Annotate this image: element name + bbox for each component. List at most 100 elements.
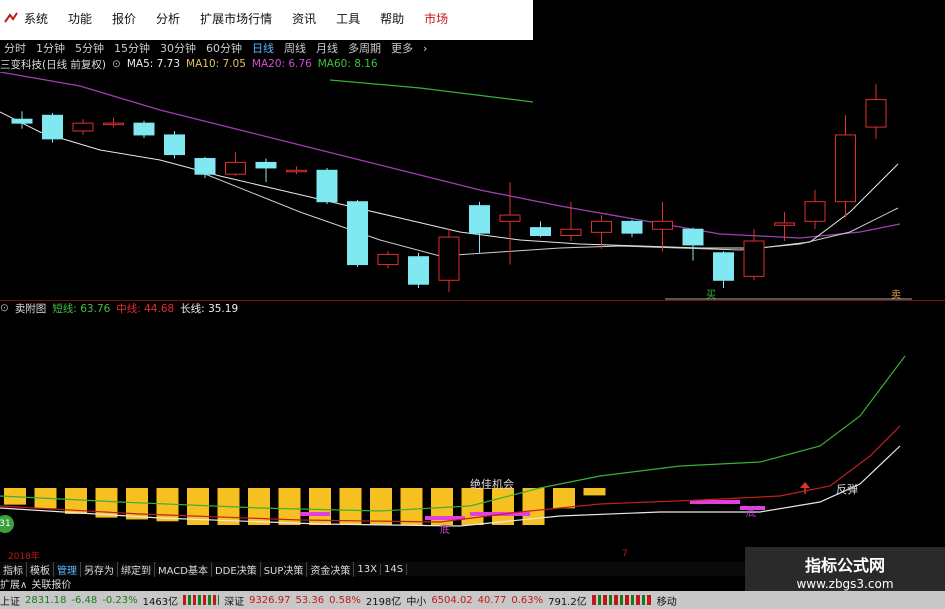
sz-change: 53.36	[295, 594, 325, 606]
sub-chart-info: ⊙ 卖附图 短线: 63.76 中线: 44.68 长线: 35.19	[0, 301, 244, 315]
period-5min[interactable]: 5分钟	[75, 40, 104, 56]
menu-extended-market[interactable]: 扩展市场行情	[200, 10, 272, 27]
tab-13x[interactable]: 13X	[354, 563, 381, 575]
sub-settings-icon[interactable]: ⊙	[0, 302, 9, 314]
indicator-bar	[370, 488, 392, 525]
year-label: 2018年	[8, 552, 40, 562]
menu-quote[interactable]: 报价	[112, 10, 136, 27]
tab-template[interactable]: 模板	[27, 561, 54, 577]
candle-body	[225, 161, 246, 175]
indicator-bar	[553, 488, 575, 509]
magenta-segment	[300, 512, 330, 516]
candle-body	[804, 201, 826, 222]
indicator-bar	[400, 488, 423, 525]
related-quote-button[interactable]: 关联报价	[31, 576, 71, 591]
indicator-bar	[95, 488, 118, 518]
sz-amount: 2198亿	[365, 596, 402, 608]
period-weekly[interactable]: 周线	[284, 40, 306, 56]
indicator-bar	[492, 488, 514, 525]
indicator-bar	[339, 488, 362, 525]
zx-mini-bars	[591, 595, 652, 605]
indicator-bar	[309, 488, 331, 525]
zx-label: 中小	[406, 596, 427, 608]
menu-news[interactable]: 资讯	[292, 10, 316, 27]
tab-macd[interactable]: MACD基本	[155, 561, 212, 577]
candlestick-chart[interactable]: 买卖	[0, 72, 945, 300]
zx-amount: 791.2亿	[548, 596, 587, 608]
indicator-tabs: 指标 模板 管理 另存为 绑定到 MACD基本 DDE决策 SUP决策 资金决策…	[0, 561, 745, 577]
sell-signal-label: 卖	[891, 289, 901, 300]
candle-body	[194, 158, 216, 175]
tab-save-as[interactable]: 另存为	[81, 561, 118, 577]
period-1min[interactable]: 1分钟	[36, 40, 65, 56]
tab-indicator[interactable]: 指标	[0, 561, 27, 577]
menu-market[interactable]: 市场	[424, 10, 448, 27]
expand-button[interactable]: 扩展∧	[0, 576, 27, 591]
chevron-right-icon[interactable]: ›	[423, 42, 427, 55]
menu-analysis[interactable]: 分析	[156, 10, 180, 27]
settings-icon[interactable]: ⊙	[112, 58, 121, 70]
sub-chart-title: 卖附图	[14, 302, 47, 315]
period-60min[interactable]: 60分钟	[206, 40, 242, 56]
period-30min[interactable]: 30分钟	[160, 40, 196, 56]
period-multi[interactable]: 多周期	[348, 40, 381, 56]
candle-body	[835, 134, 856, 203]
menu-help[interactable]: 帮助	[380, 10, 404, 27]
candle-body	[133, 122, 155, 136]
tab-dde[interactable]: DDE决策	[212, 561, 261, 577]
candle-body	[438, 236, 460, 281]
candle-body	[560, 228, 582, 236]
watermark-title: 指标公式网	[804, 556, 885, 575]
candle-body	[865, 99, 887, 128]
sz-percent: 0.58%	[329, 594, 361, 606]
indicator-chart[interactable]: 绝佳机会 反弹底底	[0, 316, 945, 548]
ma60-line	[329, 79, 534, 103]
ma-long-line	[0, 72, 901, 239]
candle-body	[347, 201, 368, 266]
sh-change: -6.48	[71, 594, 98, 606]
candle-body	[255, 161, 277, 169]
candle-body	[743, 240, 765, 277]
bottom-label-1: 底	[440, 523, 450, 536]
tab-fund[interactable]: 资金决策	[307, 561, 355, 577]
period-monthly[interactable]: 月线	[316, 40, 338, 56]
zx-change: 40.77	[477, 594, 507, 606]
zx-percent: 0.63%	[511, 594, 544, 606]
menu-tools[interactable]: 工具	[336, 10, 360, 27]
index-status-bar: 上证 2831.18 -6.48 -0.23% 1463亿 深证 9326.97…	[0, 591, 945, 609]
sh-mini-bars	[183, 595, 220, 605]
tab-manage[interactable]: 管理	[54, 561, 81, 577]
period-daily[interactable]: 日线	[252, 40, 274, 56]
candle-body	[408, 256, 429, 285]
menu-function[interactable]: 功能	[68, 10, 92, 27]
period-15min[interactable]: 15分钟	[114, 40, 150, 56]
sz-value: 9326.97	[249, 594, 291, 606]
time-axis: 2018年 7	[0, 549, 745, 562]
candle-body	[499, 214, 521, 222]
extra-bar: 扩展∧ 关联报价	[0, 576, 745, 591]
tab-bind[interactable]: 绑定到	[118, 561, 155, 577]
candle-body	[286, 169, 307, 173]
sh-amount: 1463亿	[142, 596, 179, 608]
tab-14s[interactable]: 14S	[381, 563, 408, 575]
sh-label: 上证	[0, 596, 20, 608]
sz-label: 深证	[224, 596, 245, 608]
candle-body	[377, 253, 399, 266]
candle-body	[652, 220, 673, 230]
menu-system[interactable]: 系统	[24, 10, 48, 27]
candle-body	[682, 228, 704, 246]
up-arrow-icon	[800, 482, 810, 488]
candle-body	[103, 122, 124, 126]
mobile-label[interactable]: 移动	[657, 593, 677, 608]
period-more[interactable]: 更多	[391, 40, 413, 56]
tab-sup[interactable]: SUP决策	[261, 561, 308, 577]
indicator-bar	[248, 488, 270, 525]
rebound-label: 反弹	[836, 482, 858, 496]
candle-body	[316, 169, 338, 203]
long-line-value: 长线: 35.19	[180, 302, 239, 315]
candle-body	[469, 205, 490, 234]
watermark: 指标公式网 www.zbgs3.com	[745, 547, 945, 591]
stock-title: 三变科技(日线 前复权)	[0, 58, 107, 71]
mid-line-value: 中线: 44.68	[116, 302, 175, 315]
period-intraday[interactable]: 分时	[4, 40, 26, 56]
